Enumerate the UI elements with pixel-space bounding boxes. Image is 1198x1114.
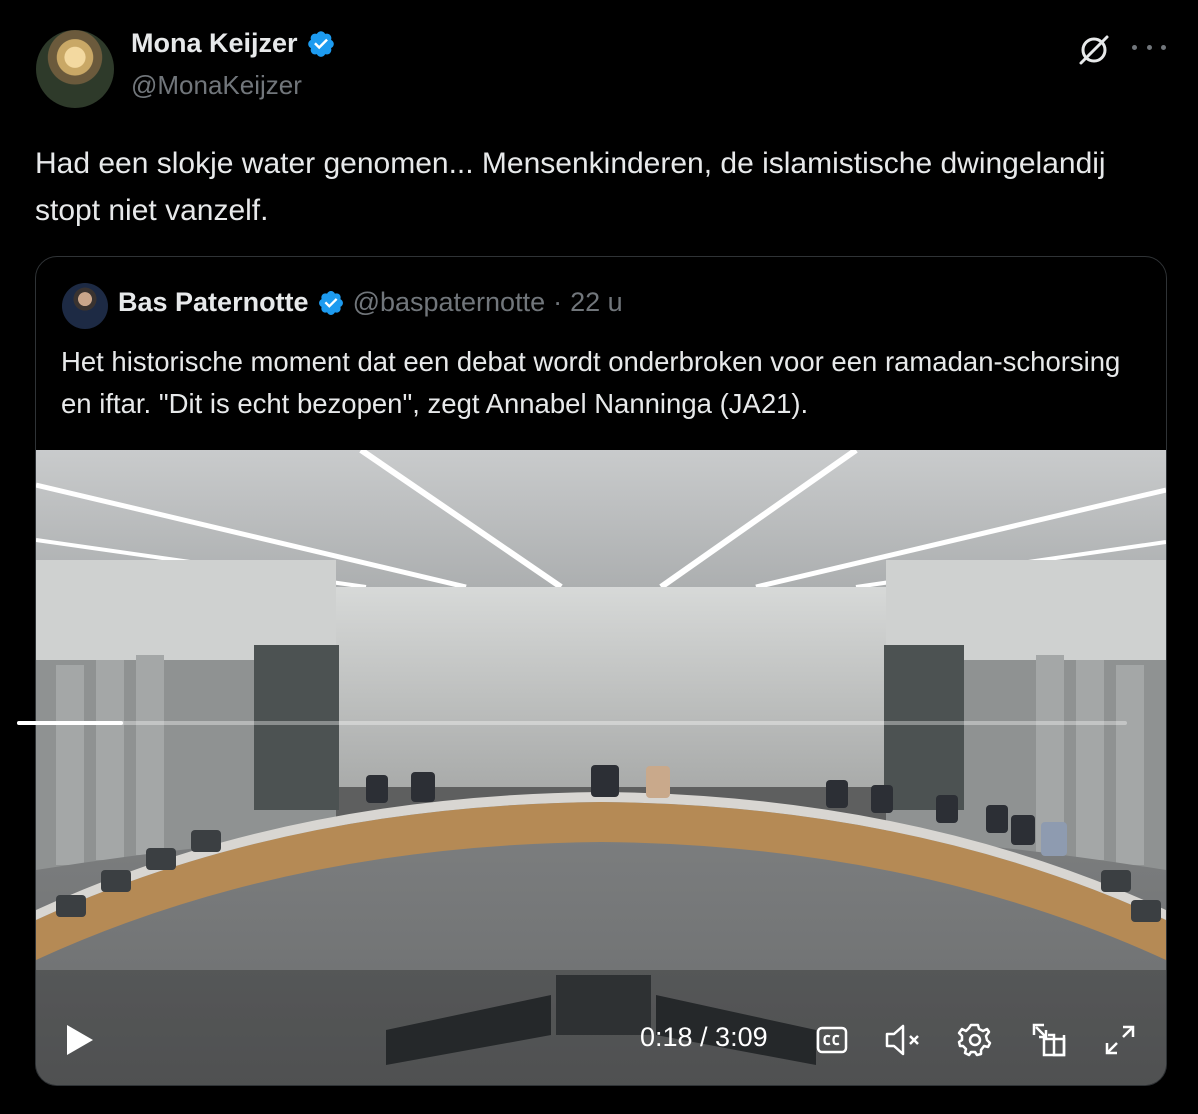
mute-icon[interactable] bbox=[884, 1023, 924, 1057]
progress-bar[interactable] bbox=[17, 721, 1127, 725]
quoted-time[interactable]: 22 u bbox=[570, 287, 623, 318]
fullscreen-icon[interactable] bbox=[1103, 1023, 1137, 1057]
quoted-name[interactable]: Bas Paternotte bbox=[118, 287, 309, 318]
progress-fill bbox=[17, 721, 123, 725]
video-time: 0:18 / 3:09 bbox=[640, 1022, 768, 1052]
tweet: Mona Keijzer @MonaKeijzer Had een slokje… bbox=[0, 0, 1198, 1114]
author-name-row[interactable]: Mona Keijzer bbox=[131, 28, 336, 59]
author-name[interactable]: Mona Keijzer bbox=[131, 28, 298, 59]
more-icon[interactable] bbox=[1132, 30, 1166, 64]
quoted-text: Het historische moment dat een debat wor… bbox=[61, 346, 1121, 419]
quoted-handle[interactable]: @baspaternotte bbox=[353, 287, 546, 318]
verified-badge-icon bbox=[307, 30, 334, 57]
tweet-text: Had een slokje water genomen... Mensenki… bbox=[35, 147, 1106, 227]
play-icon[interactable] bbox=[62, 1022, 96, 1058]
grok-icon[interactable] bbox=[1074, 30, 1114, 70]
quoted-header: Bas Paternotte @baspaternotte · 22 u bbox=[118, 287, 623, 318]
quoted-avatar[interactable] bbox=[62, 283, 108, 329]
meta-separator: · bbox=[553, 287, 563, 317]
video-player[interactable] bbox=[36, 450, 1166, 1085]
video-frame bbox=[36, 450, 1166, 1085]
verified-badge-icon bbox=[318, 290, 343, 315]
settings-icon[interactable] bbox=[957, 1022, 993, 1058]
pip-icon[interactable] bbox=[1030, 1021, 1068, 1059]
avatar[interactable] bbox=[36, 30, 114, 108]
author-handle[interactable]: @MonaKeijzer bbox=[131, 70, 302, 101]
captions-icon[interactable] bbox=[816, 1024, 848, 1056]
quoted-tweet[interactable]: Bas Paternotte @baspaternotte · 22 u Het… bbox=[35, 256, 1167, 1086]
